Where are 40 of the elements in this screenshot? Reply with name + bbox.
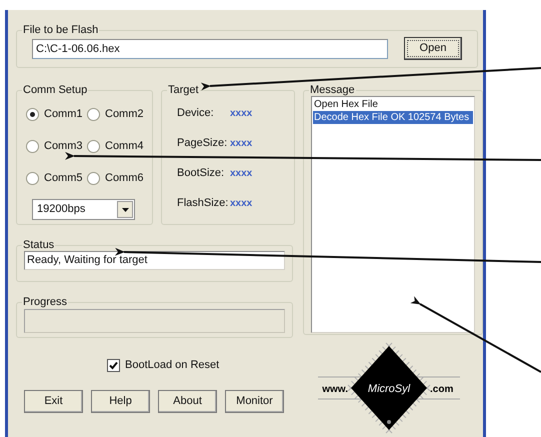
- dialog-button[interactable]: Exit: [24, 390, 83, 413]
- group-label: Message: [309, 84, 356, 96]
- radio-label: Comm2: [105, 106, 144, 122]
- checkbox[interactable]: [107, 358, 120, 372]
- radio-button[interactable]: [87, 172, 100, 184]
- logo: www. MicroSyl .com: [314, 340, 464, 437]
- target-value: xxxx: [230, 136, 252, 150]
- group-label: Target: [167, 84, 200, 96]
- target-value: xxxx: [230, 196, 252, 210]
- target-value: xxxx: [230, 166, 252, 180]
- radio-label: Comm6: [105, 170, 144, 186]
- radio-button[interactable]: [26, 172, 39, 184]
- group-label: Progress: [22, 296, 68, 308]
- radio-label: Comm1: [44, 106, 83, 122]
- radio-label: Comm4: [105, 138, 144, 154]
- message-item[interactable]: Decode Hex File OK 102574 Bytes: [313, 111, 473, 124]
- group-label: Status: [22, 239, 56, 251]
- group-label: File to be Flash: [22, 24, 100, 36]
- message-list[interactable]: Open Hex File Decode Hex File OK 102574 Bytes: [311, 96, 475, 333]
- file-path-field[interactable]: C:\C-1-06.06.hex: [32, 38, 388, 58]
- dialog-button[interactable]: Monitor: [225, 390, 284, 413]
- target-label: FlashSize:: [177, 196, 230, 211]
- dialog-button[interactable]: Help: [91, 390, 150, 413]
- target-value: xxxx: [230, 106, 252, 120]
- status-field[interactable]: Ready, Waiting for target: [24, 251, 285, 270]
- target-label: BootSize:: [177, 166, 226, 181]
- radio-button[interactable]: [26, 140, 39, 152]
- radio-label: Comm3: [44, 138, 83, 154]
- message-item[interactable]: Open Hex File: [313, 98, 473, 111]
- dialog-button[interactable]: About: [158, 390, 217, 413]
- target-label: PageSize:: [177, 136, 228, 151]
- radio-button[interactable]: [26, 108, 39, 120]
- baud-rate-dropdown[interactable]: 19200bps: [32, 199, 135, 220]
- checkbox-label: BootLoad on Reset: [125, 358, 220, 373]
- target-label: Device:: [177, 106, 215, 121]
- radio-button[interactable]: [87, 140, 100, 152]
- open-button[interactable]: Open: [404, 37, 462, 60]
- radio-button[interactable]: [87, 108, 100, 120]
- radio-label: Comm5: [44, 170, 83, 186]
- group-label: Comm Setup: [22, 84, 88, 96]
